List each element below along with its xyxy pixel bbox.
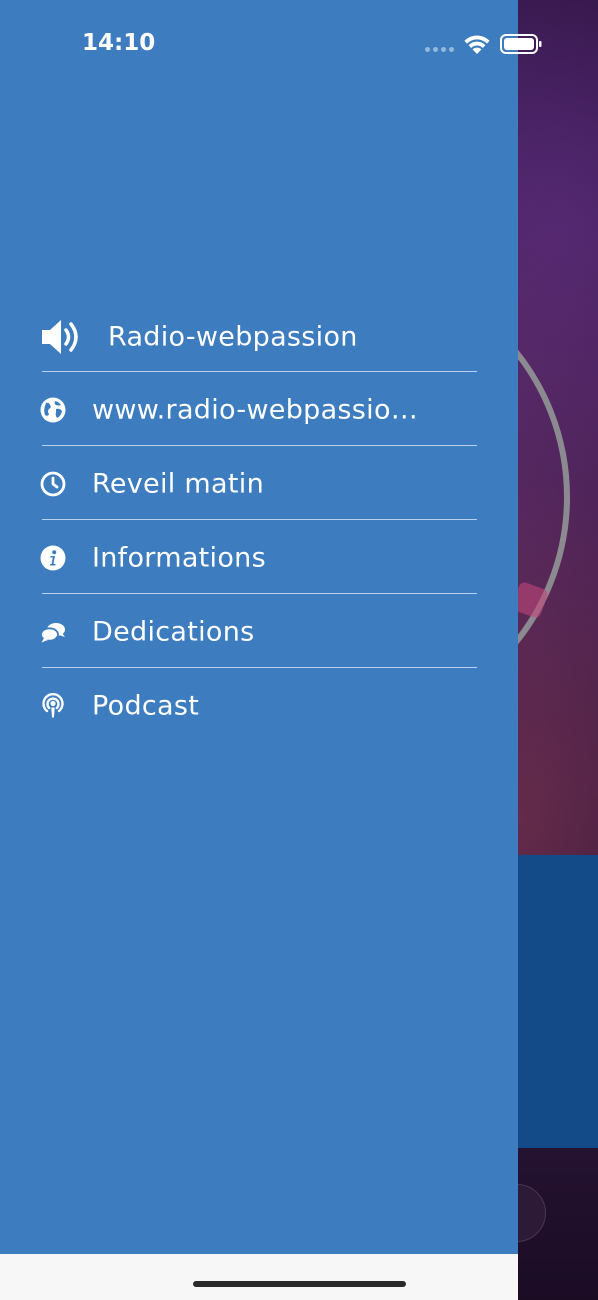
- menu-item-reveil-matin[interactable]: Reveil matin: [0, 447, 518, 520]
- menu-item-label: Dedications: [92, 616, 255, 647]
- menu-item-label: Radio-webpassion: [108, 321, 358, 352]
- home-indicator-area: [0, 1254, 518, 1300]
- info-icon: [40, 545, 66, 570]
- menu-divider: [42, 593, 477, 594]
- menu-item-label: Informations: [92, 542, 266, 573]
- menu-item-dedications[interactable]: Dedications: [0, 595, 518, 668]
- menu-divider: [42, 667, 477, 668]
- globe-icon: [40, 397, 66, 422]
- status-time: 14:10: [82, 30, 156, 56]
- wifi-icon: [464, 35, 490, 54]
- menu-item-radio-webpassion[interactable]: Radio-webpassion: [0, 300, 518, 373]
- clock-icon: [40, 471, 66, 496]
- menu-divider: [42, 445, 477, 446]
- battery-icon: [500, 34, 542, 54]
- speaker-icon: [42, 319, 78, 354]
- menu-divider: [42, 371, 477, 372]
- menu-item-website[interactable]: www.radio-webpassion.fr: [0, 373, 518, 446]
- home-indicator[interactable]: [193, 1281, 406, 1287]
- menu-divider: [42, 519, 477, 520]
- menu-item-informations[interactable]: Informations: [0, 521, 518, 594]
- chat-bubbles-icon: [40, 622, 65, 642]
- signal-dots-icon: [425, 47, 454, 52]
- menu-item-label: Podcast: [92, 690, 200, 721]
- menu-item-label: Reveil matin: [92, 468, 264, 499]
- menu-item-podcast[interactable]: Podcast: [0, 669, 518, 742]
- menu-item-label: www.radio-webpassion.fr: [92, 394, 422, 425]
- podcast-icon: [42, 692, 64, 717]
- side-drawer: 14:10 Radio-webpassion www.radio-webpass…: [0, 0, 542, 1254]
